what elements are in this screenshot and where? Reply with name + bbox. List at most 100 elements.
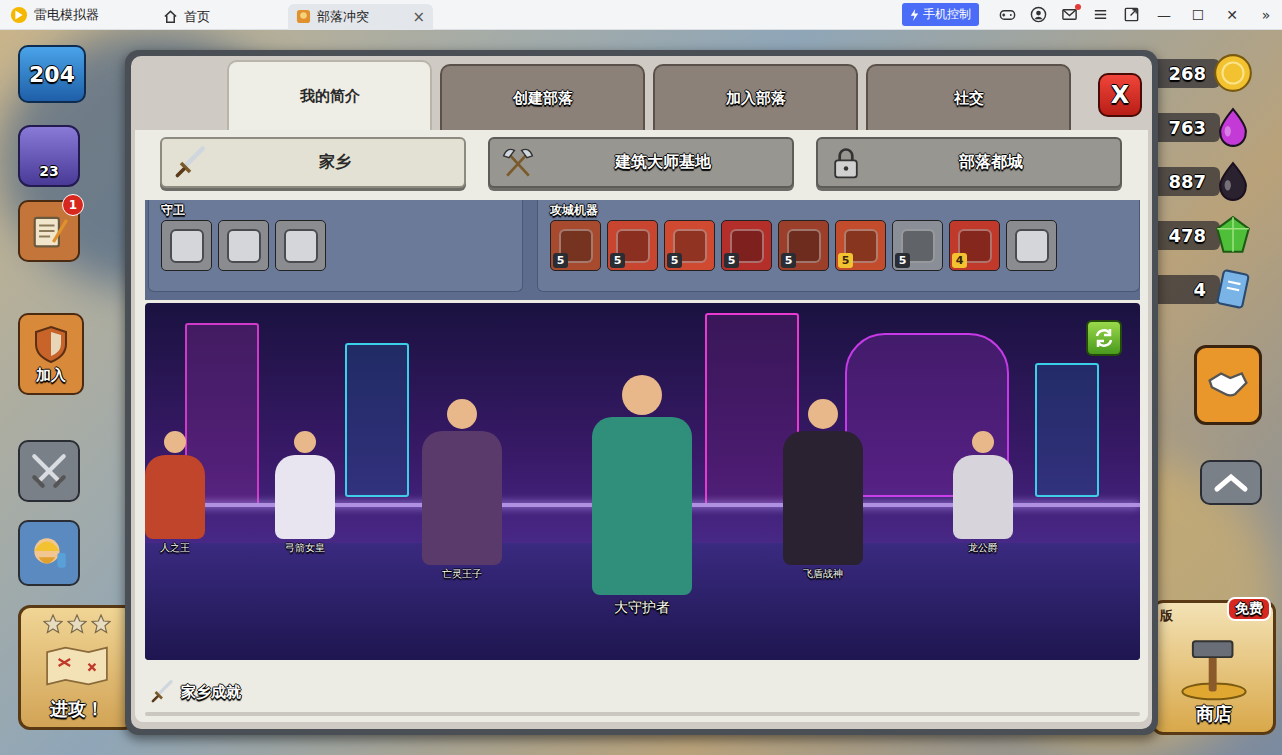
base-tabs: 家乡建筑大师基地部落都城 bbox=[160, 137, 1122, 188]
unread-dot bbox=[1075, 4, 1081, 10]
guard-list bbox=[161, 220, 510, 271]
siege-machine-tile[interactable] bbox=[1006, 220, 1057, 271]
resource-amount: 478 bbox=[1150, 221, 1220, 250]
tab-close-button[interactable]: × bbox=[412, 8, 425, 26]
close-button[interactable]: X bbox=[1098, 73, 1142, 117]
attack-button[interactable]: 进攻！ bbox=[18, 605, 136, 730]
hero-name: 龙公爵 bbox=[968, 541, 998, 555]
collapse-button[interactable] bbox=[1200, 460, 1262, 505]
clash-news-button[interactable] bbox=[18, 520, 80, 586]
crossed-swords-icon bbox=[28, 450, 70, 492]
resource-amount: 887 bbox=[1150, 167, 1220, 196]
emulator-tab[interactable]: 部落冲突× bbox=[288, 4, 433, 30]
window-control-button[interactable]: ✕ bbox=[1222, 7, 1242, 23]
quest-button[interactable]: 1 bbox=[18, 200, 80, 262]
hero-name: 大守护者 bbox=[614, 599, 670, 617]
siege-machine-tile[interactable]: 5 bbox=[721, 220, 772, 271]
gamepad-icon[interactable] bbox=[999, 6, 1016, 23]
siege-machine-tile[interactable]: 5 bbox=[892, 220, 943, 271]
quest-badge: 1 bbox=[62, 194, 84, 216]
hero[interactable]: 亡灵王子 bbox=[402, 399, 522, 581]
window-resize-icon[interactable] bbox=[1123, 6, 1140, 23]
hero[interactable]: 飞盾战神 bbox=[763, 399, 883, 581]
crossed-axes-icon bbox=[500, 145, 536, 181]
guard-tile[interactable] bbox=[218, 220, 269, 271]
dialog-tab[interactable]: 社交 bbox=[866, 64, 1071, 130]
shop-button[interactable]: 版 免费商店 bbox=[1151, 600, 1276, 735]
clan-button[interactable]: 加入 bbox=[18, 313, 84, 395]
level-badge: 5 bbox=[553, 253, 568, 268]
menu-icon[interactable] bbox=[1092, 6, 1109, 23]
dialog-body: 我的简介创建部落加入部落社交X家乡建筑大师基地部落都城守卫攻城机器5555555… bbox=[131, 56, 1152, 729]
guard-icon bbox=[170, 229, 204, 263]
game-icon bbox=[296, 9, 311, 24]
neon-building bbox=[345, 343, 409, 497]
level-badge: 4 bbox=[952, 253, 967, 268]
siege-machine-tile[interactable]: 5 bbox=[664, 220, 715, 271]
phone-control-button[interactable]: 手机控制 bbox=[902, 3, 979, 26]
resource-counter: 4 bbox=[1150, 271, 1254, 307]
sword-icon bbox=[149, 679, 175, 705]
hero[interactable]: 弓箭女皇 bbox=[255, 431, 355, 555]
window-control-button[interactable]: » bbox=[1256, 7, 1276, 23]
padlock-icon bbox=[828, 145, 864, 181]
scroll-quill-icon bbox=[27, 209, 71, 253]
siege-machine-icon bbox=[1015, 229, 1049, 263]
shop-label: 商店 bbox=[1196, 702, 1232, 726]
base-tab[interactable]: 部落都城 bbox=[816, 137, 1122, 188]
star-icon bbox=[67, 614, 87, 634]
profile-dialog: 我的简介创建部落加入部落社交X家乡建筑大师基地部落都城守卫攻城机器5555555… bbox=[125, 50, 1158, 735]
dialog-tab[interactable]: 我的简介 bbox=[227, 60, 432, 130]
user-icon[interactable] bbox=[1030, 6, 1047, 23]
battle-log-button[interactable] bbox=[18, 440, 80, 502]
hero[interactable]: 龙公爵 bbox=[933, 431, 1033, 555]
guard-tile[interactable] bbox=[275, 220, 326, 271]
gold-coin-icon bbox=[1212, 52, 1254, 94]
dialog-tab[interactable]: 创建部落 bbox=[440, 64, 645, 130]
window-control-button[interactable]: ☐ bbox=[1188, 7, 1208, 23]
base-tab[interactable]: 建筑大师基地 bbox=[488, 137, 794, 188]
level-badge[interactable]: 204 bbox=[18, 45, 86, 103]
siege-machine-tile[interactable]: 5 bbox=[778, 220, 829, 271]
resource-amount: 4 bbox=[1150, 275, 1220, 304]
ticket-icon bbox=[1212, 268, 1254, 310]
hammer-coins-icon bbox=[1174, 636, 1254, 702]
level-badge: 5 bbox=[838, 253, 853, 268]
siege-machine-tile[interactable]: 5 bbox=[550, 220, 601, 271]
hero-name: 飞盾战神 bbox=[803, 567, 843, 581]
resource-counter: 268 bbox=[1150, 55, 1254, 91]
dialog-tab[interactable]: 加入部落 bbox=[653, 64, 858, 130]
base-tab[interactable]: 家乡 bbox=[160, 137, 466, 188]
resource-amount: 763 bbox=[1150, 113, 1220, 142]
refresh-button[interactable] bbox=[1086, 320, 1122, 356]
hero[interactable]: 大守护者 bbox=[562, 375, 722, 617]
hero[interactable]: 人之王 bbox=[145, 431, 225, 555]
emulator-toolbar: 手机控制 — ☐ ✕ » bbox=[902, 3, 1276, 26]
neon-building bbox=[1035, 363, 1099, 497]
shop-free-badge: 免费 bbox=[1227, 597, 1271, 621]
hero-figure bbox=[592, 375, 692, 595]
shop-banner: 版 bbox=[1160, 607, 1173, 625]
attack-stars bbox=[43, 614, 111, 634]
emulator-tab[interactable]: 首页 bbox=[155, 4, 280, 30]
level-badge: 5 bbox=[895, 253, 910, 268]
level-badge: 5 bbox=[667, 253, 682, 268]
guard-section: 守卫 bbox=[148, 200, 523, 292]
barbarian-icon bbox=[28, 532, 70, 574]
handshake-icon bbox=[1205, 362, 1251, 408]
siege-machine-tile[interactable]: 4 bbox=[949, 220, 1000, 271]
profile-panel: 家乡建筑大师基地部落都城守卫攻城机器55555554人之王弓箭女皇亡灵王子大守护… bbox=[135, 130, 1148, 722]
guard-tile[interactable] bbox=[161, 220, 212, 271]
emulator-brand[interactable]: 雷电模拟器 bbox=[10, 6, 155, 24]
mail-button[interactable] bbox=[1061, 6, 1078, 23]
friendly-challenge-button[interactable] bbox=[1194, 345, 1262, 425]
siege-machine-tile[interactable]: 5 bbox=[607, 220, 658, 271]
hero-figure bbox=[953, 431, 1013, 539]
window-control-button[interactable]: — bbox=[1154, 7, 1174, 23]
guard-icon bbox=[227, 229, 261, 263]
section-title: 攻城机器 bbox=[550, 202, 1127, 218]
siege-machine-tile[interactable]: 5 bbox=[835, 220, 886, 271]
gem-icon bbox=[1212, 214, 1254, 256]
builder-trophy-badge[interactable]: 23 bbox=[18, 125, 80, 187]
refresh-icon bbox=[1092, 326, 1116, 350]
